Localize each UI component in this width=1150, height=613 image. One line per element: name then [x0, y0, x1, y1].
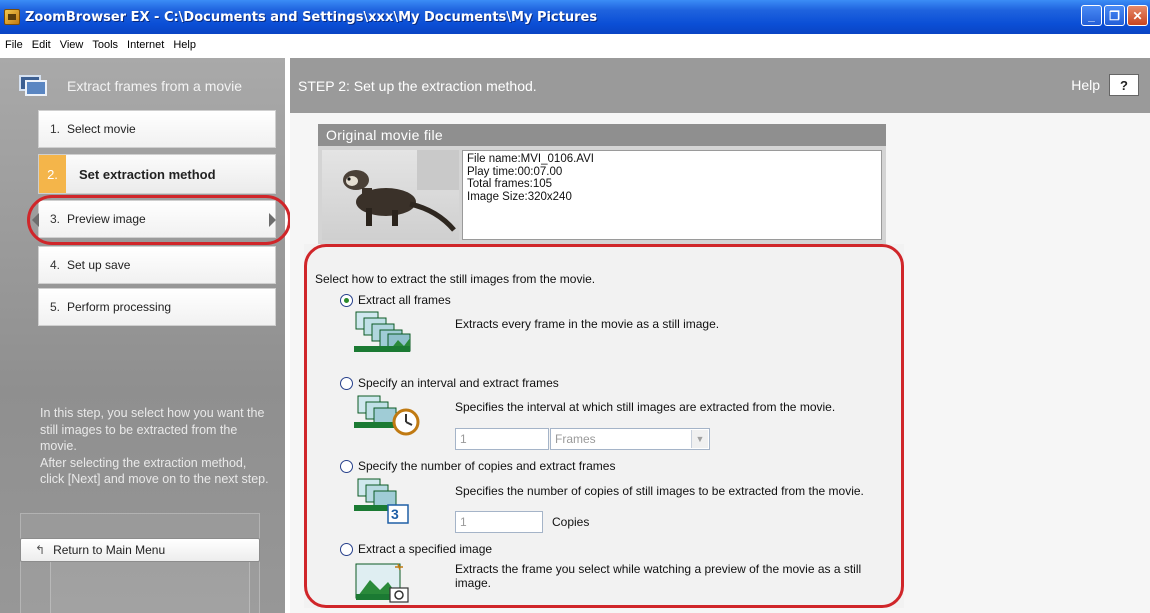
sidebar-title: Extract frames from a movie: [67, 77, 243, 94]
step-label: Perform processing: [67, 300, 172, 314]
step-set-extraction-method[interactable]: 2. Set extraction method: [38, 154, 276, 194]
step-label: Set extraction method: [79, 166, 216, 182]
option-desc: Extracts the frame you select while watc…: [455, 562, 862, 590]
option-interval[interactable]: Specify an interval and extract frames: [340, 376, 559, 390]
step-number: 1.: [50, 122, 61, 136]
select-value: Frames: [555, 432, 596, 446]
option-label: Extract all frames: [358, 293, 451, 307]
interval-unit-select[interactable]: Frames ▼: [550, 428, 710, 450]
step-number: 4.: [50, 258, 61, 272]
original-movie-panel: Original movie file File name:MVI_0106.A…: [318, 124, 886, 244]
total-frames: Total frames:105: [467, 178, 553, 190]
step-number: 5.: [50, 300, 61, 314]
options-intro: Select how to extract the still images f…: [315, 272, 596, 286]
step-number: 2.: [39, 155, 66, 193]
return-arrow-icon: ↰: [35, 543, 46, 557]
all-frames-icon: [354, 310, 434, 357]
step-select-movie[interactable]: 1. Select movie: [38, 110, 276, 148]
option-label: Specify an interval and extract frames: [358, 376, 559, 390]
sidebar-header: Extract frames from a movie: [0, 58, 285, 113]
restore-button[interactable]: ❐: [1104, 5, 1125, 26]
radio-button[interactable]: [340, 376, 353, 390]
help-label: Help: [1071, 77, 1100, 93]
copies-icon: 3: [354, 477, 424, 530]
option-copies[interactable]: Specify the number of copies and extract…: [340, 459, 615, 473]
menu-help[interactable]: Help: [170, 39, 202, 51]
radio-button[interactable]: [340, 542, 353, 556]
minimize-button[interactable]: _: [1081, 5, 1102, 26]
window-controls: _ ❐ ✕: [1081, 5, 1148, 26]
specified-image-icon: [354, 560, 424, 609]
description-line: After selecting the extraction method, c…: [40, 455, 269, 487]
copies-input[interactable]: 1: [455, 511, 543, 533]
option-desc: Specifies the number of copies of still …: [455, 484, 864, 498]
menu-file[interactable]: File: [2, 39, 29, 51]
menu-tools[interactable]: Tools: [89, 39, 124, 51]
main-panel: STEP 2: Set up the extraction method. He…: [290, 58, 1150, 613]
close-button[interactable]: ✕: [1127, 5, 1148, 26]
original-movie-title: Original movie file: [318, 124, 886, 146]
chevron-down-icon: ▼: [691, 430, 708, 448]
interval-input[interactable]: 1: [455, 428, 549, 450]
description-line: In this step, you select how you want th…: [40, 406, 265, 453]
app-icon: [4, 9, 20, 25]
interval-icon: [354, 392, 434, 443]
decor-frame: [50, 553, 250, 613]
option-label: Extract a specified image: [358, 542, 493, 556]
step-header: STEP 2: Set up the extraction method.: [290, 58, 1150, 113]
step-title: STEP 2: Set up the extraction method.: [298, 77, 537, 94]
step-label: Set up save: [67, 258, 131, 272]
radio-button[interactable]: [340, 459, 353, 473]
movie-info: File name:MVI_0106.AVI Play time:00:07.0…: [462, 150, 882, 240]
menu-internet[interactable]: Internet: [124, 39, 170, 51]
frames-icon: [19, 74, 47, 97]
file-name: File name:MVI_0106.AVI: [467, 153, 594, 165]
return-label: Return to Main Menu: [53, 543, 166, 557]
extraction-options: Select how to extract the still images f…: [304, 244, 904, 608]
window-title: ZoomBrowser EX - C:\Documents and Settin…: [25, 9, 598, 25]
title-bar: ZoomBrowser EX - C:\Documents and Settin…: [0, 0, 1150, 34]
step-set-up-save[interactable]: 4. Set up save: [38, 246, 276, 284]
option-desc: Specifies the interval at which still im…: [455, 400, 836, 414]
image-size: Image Size:320x240: [467, 190, 572, 203]
option-specified-image[interactable]: Extract a specified image: [340, 542, 492, 556]
step-perform-processing[interactable]: 5. Perform processing: [38, 288, 276, 326]
option-label: Specify the number of copies and extract…: [358, 459, 616, 473]
option-desc: Extracts every frame in the movie as a s…: [455, 317, 720, 331]
menu-view[interactable]: View: [57, 39, 90, 51]
copies-unit-label: Copies: [552, 515, 590, 529]
sidebar: Extract frames from a movie 1. Select mo…: [0, 58, 291, 613]
step-label: Select movie: [67, 122, 136, 136]
play-time: Play time:00:07.00: [467, 165, 563, 178]
radio-button[interactable]: [340, 293, 353, 307]
option-extract-all[interactable]: Extract all frames: [340, 293, 451, 307]
menu-edit[interactable]: Edit: [29, 39, 57, 51]
movie-thumbnail: [322, 150, 459, 240]
menu-bar: File Edit View Tools Internet Help: [0, 34, 1150, 56]
highlight-ellipse: [27, 195, 291, 245]
help-button[interactable]: ?: [1109, 74, 1139, 96]
step-description: In this step, you select how you want th…: [40, 405, 270, 488]
copies-badge: 3: [391, 506, 399, 522]
return-to-main-menu-button[interactable]: ↰ Return to Main Menu: [20, 538, 260, 562]
